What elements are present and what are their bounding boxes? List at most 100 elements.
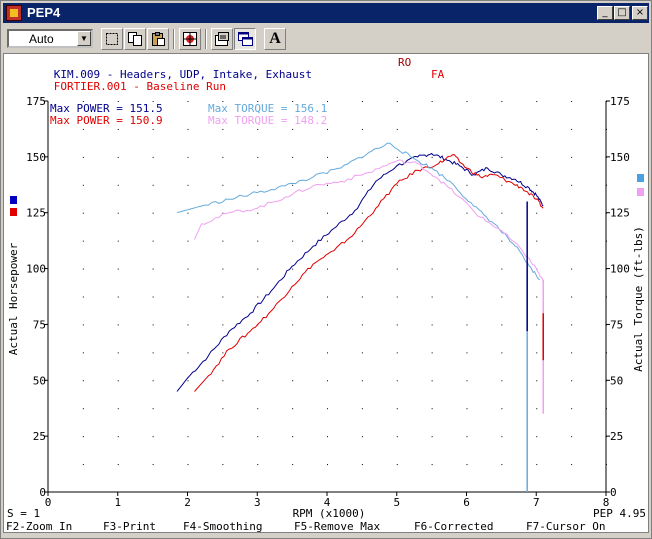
function-key-7[interactable]: F7-Cursor On [526,520,605,533]
grid-dot [257,184,259,186]
grid-dot [327,296,328,298]
grid-dot [257,380,259,382]
grid-dot [396,380,398,382]
grid-dot [536,212,538,214]
grid-dot [501,352,503,354]
grid-dot [327,380,328,382]
grid-dot [396,408,398,410]
y-tick-label-left: 150 [26,151,46,164]
combo-arrow-icon[interactable]: ▼ [77,31,91,46]
graph-area[interactable]: KIM.009 - Headers, UDP, Intake, Exhaust … [3,53,649,533]
y-tick-label-left: 25 [33,430,46,443]
close-button[interactable]: × [632,6,648,20]
grid-dot [501,128,503,130]
grid-dot [152,101,154,102]
maximize-button[interactable]: □ [614,6,630,20]
grid-dot [152,408,154,410]
grid-dot [222,436,224,438]
grid-dot [361,436,363,438]
grid-dot [292,212,294,214]
grid-dot [82,101,84,102]
x-tick-label: 6 [463,496,470,509]
zoom-fit-button[interactable] [179,28,201,50]
grid-dot [396,212,398,214]
grid-dot [257,436,259,438]
grid-dot [187,268,189,270]
chart-series [176,142,544,492]
grid-dot [466,240,468,242]
grid-dot [292,380,294,382]
grid-dot [396,101,398,102]
grid-dot [222,408,224,410]
select-tool-button[interactable] [101,28,123,50]
grid-dot [117,212,119,214]
grid-dot [536,128,538,130]
grid-dot [82,324,84,326]
grid-dot [152,156,154,158]
copy-button[interactable] [124,28,146,50]
grid-dot [571,268,573,270]
y-tick-label-right: 50 [610,374,623,387]
grid-dot [571,352,573,354]
function-key-2[interactable]: F2-Zoom In [6,520,72,533]
grid-dot [327,156,328,158]
paste-button[interactable] [147,28,169,50]
grid-dot [501,324,503,326]
grid-dot [431,184,433,186]
scale-combo[interactable]: Auto ▼ [7,29,93,48]
chart-grid [82,101,607,466]
grid-dot [501,380,503,382]
grid-dot [396,296,398,298]
overlay-button[interactable] [234,28,256,50]
grid-dot [571,408,573,410]
grid-dot [117,436,119,438]
grid-dot [292,352,294,354]
x-tick-label: 2 [184,496,191,509]
y-tick-label-right: 0 [610,486,617,499]
grid-dot [361,268,363,270]
grid-dot [222,464,224,466]
grid-dot [466,212,468,214]
grid-dot [152,464,154,466]
minimize-button[interactable]: _ [597,6,613,20]
grid-dot [152,184,154,186]
overlay-windows-icon [238,32,253,46]
grid-dot [536,101,538,102]
clipboard-icon [152,32,165,46]
crosshair-icon [183,32,197,46]
legend-markers [10,174,644,216]
grid-dot [117,128,119,130]
grid-dot [222,184,224,186]
grid-dot [361,184,363,186]
function-key-5[interactable]: F5-Remove Max [294,520,380,533]
grid-dot [82,408,84,410]
series-line [194,159,544,283]
grid-dot [431,324,433,326]
grid-dot [222,268,224,270]
function-key-6[interactable]: F6-Corrected [414,520,493,533]
grid-dot [536,324,538,326]
app-icon[interactable] [6,5,22,21]
grid-dot [82,184,84,186]
grid-dot [117,296,119,298]
text-tool-button[interactable]: A [264,28,286,50]
grid-dot [187,380,189,382]
grid-dot [536,436,538,438]
y-tick-label-left: 50 [33,374,46,387]
grid-dot [501,101,503,102]
function-key-4[interactable]: F4-Smoothing [183,520,262,533]
grid-dot [361,352,363,354]
dyno-chart: 012345678 0255075100125150175 0255075100… [7,95,646,520]
grid-dot [117,408,119,410]
grid-dot [187,464,189,466]
grid-dot [257,212,259,214]
function-key-3[interactable]: F3-Print [103,520,156,533]
grid-dot [396,436,398,438]
grid-dot [466,296,468,298]
grid-dot [327,240,328,242]
title-bar[interactable]: PEP4 _ □ × [3,3,649,23]
y-tick-labels-left: 0 25 50 75 100 125 150 175 [26,95,46,499]
grid-dot [292,464,294,466]
properties-button[interactable] [211,28,233,50]
grid-dot [187,184,189,186]
